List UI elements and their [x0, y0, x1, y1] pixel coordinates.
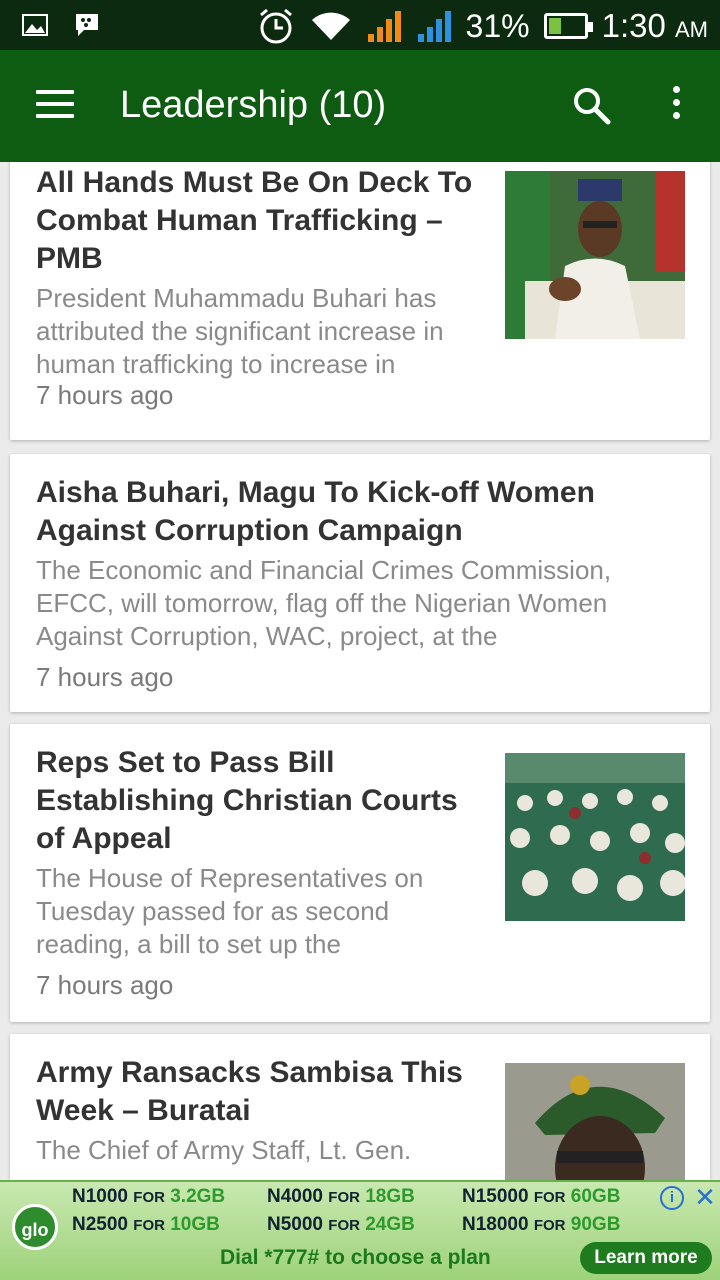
ad-info-icon[interactable]: i	[660, 1186, 684, 1210]
article-thumbnail	[505, 753, 685, 921]
article-time: 7 hours ago	[36, 662, 174, 692]
battery-percent: 31%	[465, 7, 530, 44]
more-vert-icon[interactable]	[664, 86, 688, 126]
ad-plan: N4000 FOR 18GB	[267, 1186, 415, 1207]
page-title: Leadership (10)	[120, 84, 387, 126]
article-list: All Hands Must Be On Deck To Combat Huma…	[0, 162, 720, 1180]
ad-plan: N1000 FOR 3.2GB	[72, 1186, 226, 1207]
wifi-icon	[311, 12, 350, 40]
article-title: All Hands Must Be On Deck To Combat Huma…	[36, 166, 473, 275]
article-time: 7 hours ago	[36, 380, 174, 410]
article-card[interactable]: Aisha Buhari, Magu To Kick-off Women Aga…	[10, 454, 710, 712]
article-title: Reps Set to Pass Bill Establishing Chris…	[36, 746, 458, 855]
clock: 1:30 AM	[601, 7, 708, 44]
article-snippet: The House of Representatives on Tuesday …	[36, 863, 424, 959]
menu-icon[interactable]	[36, 90, 74, 120]
glo-logo: glo	[12, 1204, 58, 1250]
article-card[interactable]: Army Ransacks Sambisa This Week – Burata…	[10, 1034, 710, 1180]
ad-plan-row: N2500 FOR 10GB N5000 FOR 24GB N18000 FOR…	[72, 1214, 657, 1236]
article-title: Aisha Buhari, Magu To Kick-off Women Aga…	[36, 476, 595, 547]
status-bar: 31% 1:30 AM	[0, 0, 720, 50]
ad-plan-row: N1000 FOR 3.2GB N4000 FOR 18GB N15000 FO…	[72, 1186, 657, 1208]
battery-icon	[543, 13, 593, 39]
ad-plan: N5000 FOR 24GB	[267, 1214, 415, 1235]
ad-plan: N15000 FOR 60GB	[462, 1186, 621, 1207]
article-thumbnail	[505, 171, 685, 339]
article-card[interactable]: All Hands Must Be On Deck To Combat Huma…	[10, 162, 710, 440]
alarm-icon	[259, 8, 292, 44]
article-time: 7 hours ago	[36, 970, 174, 1000]
article-snippet: The Economic and Financial Crimes Commis…	[36, 555, 612, 651]
ad-plan: N2500 FOR 10GB	[72, 1214, 220, 1235]
bbm-icon	[76, 14, 98, 36]
article-snippet: President Muhammadu Buhari has attribute…	[36, 283, 444, 379]
image-icon	[22, 14, 48, 36]
article-thumbnail	[505, 1063, 685, 1180]
ad-plan: N18000 FOR 90GB	[462, 1214, 621, 1235]
article-snippet: The Chief of Army Staff, Lt. Gen.	[36, 1135, 412, 1165]
article-title: Army Ransacks Sambisa This Week – Burata…	[36, 1056, 463, 1127]
ad-dial-text: Dial *777# to choose a plan	[220, 1246, 491, 1269]
article-card[interactable]: Reps Set to Pass Bill Establishing Chris…	[10, 724, 710, 1022]
signal-icon	[367, 11, 401, 42]
ad-close-icon[interactable]: ✕	[692, 1184, 718, 1210]
ad-banner[interactable]: glo N1000 FOR 3.2GB N4000 FOR 18GB N1500…	[0, 1180, 720, 1280]
app-bar: Leadership (10)	[0, 50, 720, 162]
signal-icon-2	[417, 11, 451, 42]
learn-more-button[interactable]: Learn more	[580, 1242, 712, 1274]
search-icon[interactable]	[570, 84, 614, 128]
